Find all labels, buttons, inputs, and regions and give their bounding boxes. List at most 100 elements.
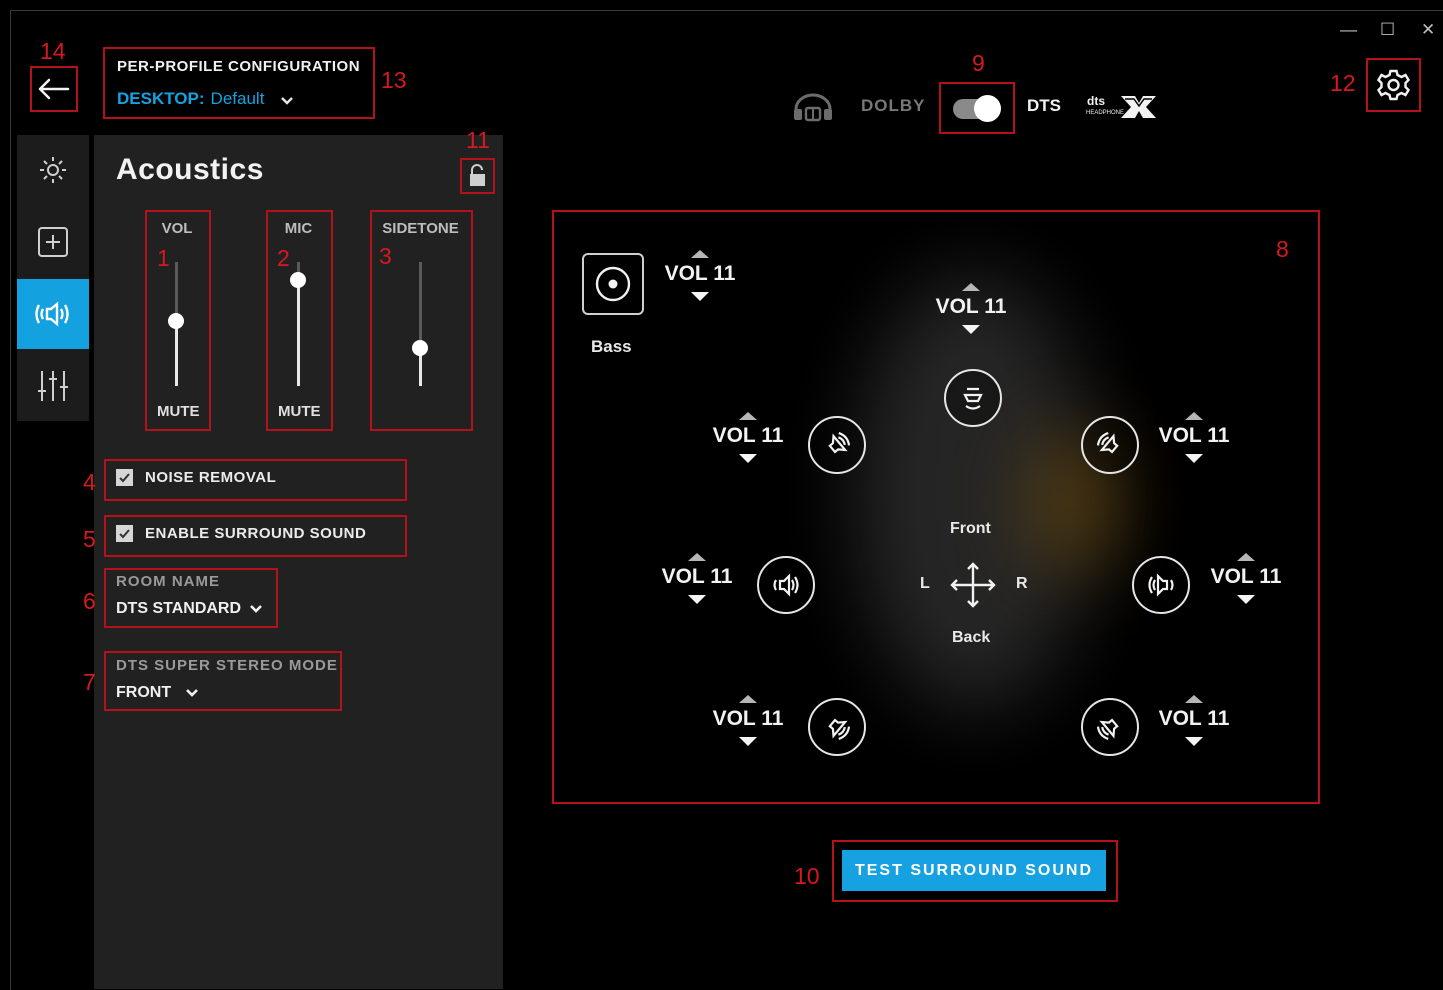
volume-text: VOL 11 [712,424,784,447]
back-label: Back [952,629,991,646]
noise-removal-label: NOISE REMOVAL [145,469,277,486]
room-value[interactable]: DTS STANDARD [116,600,263,618]
bass-speaker-button[interactable] [582,253,644,315]
vol-label: VOL [161,220,193,237]
volume-text: VOL 11 [1158,707,1230,730]
chevron-down-icon [250,605,262,613]
volume-up-arrow[interactable] [688,553,706,561]
volume-down-arrow[interactable] [691,292,709,301]
volume-up-arrow[interactable] [962,283,980,291]
sidetone-thumb[interactable] [412,340,428,356]
front-left-speaker-icon [828,432,851,454]
volume-up-arrow[interactable] [739,412,757,420]
equalizer-icon [38,371,68,401]
stereo-mode-label: DTS SUPER STEREO MODE [116,657,338,674]
front-right-speaker-button[interactable] [1081,416,1139,474]
volume-down-arrow[interactable] [739,454,757,463]
annotation-8: 8 [1276,236,1289,262]
gear-icon [1376,69,1411,101]
move-arrows-icon[interactable] [948,560,998,610]
annotation-11: 11 [466,127,490,153]
vol-track-fill [175,321,178,386]
surround-label: ENABLE SURROUND SOUND [145,525,367,542]
brightness-icon [40,157,66,183]
sidebar-item-lighting[interactable] [17,135,89,205]
mic-track-fill [297,280,300,386]
room-value-text: DTS STANDARD [116,600,242,617]
toggle-thumb [974,95,1001,122]
noise-removal-checkbox[interactable]: NOISE REMOVAL [116,469,276,486]
volume-up-arrow[interactable] [691,250,709,258]
stereo-mode-value[interactable]: FRONT [116,684,199,702]
volume-up-arrow[interactable] [1237,553,1255,561]
sidebar-item-assignments[interactable] [17,207,89,277]
back-button[interactable] [30,66,78,112]
checkbox-checked-icon [116,525,133,542]
close-button[interactable]: ✕ [1421,20,1435,40]
mic-mute-label[interactable]: MUTE [278,403,321,420]
sidebar-item-equalizer[interactable] [17,351,89,421]
sidebar [17,135,89,421]
front-left-speaker-button[interactable] [808,416,866,474]
dolby-label[interactable]: DOLBY [861,96,926,116]
rear-right-volume[interactable]: VOL 11 [1149,695,1239,746]
svg-text:HEADPHONE: HEADPHONE [1086,110,1124,116]
profile-selector[interactable]: PER-PROFILE CONFIGURATION DESKTOP: Defau… [103,47,375,119]
volume-text: VOL 11 [712,707,784,730]
surround-checkbox[interactable]: ENABLE SURROUND SOUND [116,525,366,542]
mic-thumb[interactable] [290,272,306,288]
front-right-volume[interactable]: VOL 11 [1149,412,1239,463]
dts-label[interactable]: DTS [1027,96,1061,116]
volume-down-arrow[interactable] [962,325,980,334]
rear-right-speaker-icon [1096,718,1119,740]
test-surround-sound-button[interactable]: TEST SURROUND SOUND [842,850,1106,891]
center-speaker-button[interactable] [944,369,1002,427]
front-right-speaker-icon [1096,432,1119,454]
volume-up-arrow[interactable] [739,695,757,703]
volume-down-arrow[interactable] [688,595,706,604]
profile-value[interactable]: DESKTOP: Default [117,89,294,109]
volume-text: VOL 11 [661,565,733,588]
bass-volume[interactable]: VOL 11 [655,250,745,301]
side-left-speaker-button[interactable] [757,556,815,614]
profile-prefix: DESKTOP: [117,89,205,108]
rear-left-speaker-button[interactable] [808,698,866,756]
annotation-7: 7 [83,669,96,695]
settings-button[interactable] [1366,58,1421,112]
volume-up-arrow[interactable] [1185,695,1203,703]
vol-mute-label[interactable]: MUTE [157,403,200,420]
mic-label: MIC [284,220,313,237]
volume-down-arrow[interactable] [739,737,757,746]
chevron-down-icon [281,97,294,105]
side-right-volume[interactable]: VOL 11 [1201,553,1291,604]
annotation-3: 3 [379,243,392,269]
vol-thumb[interactable] [168,313,184,329]
back-arrow-icon [38,78,70,100]
chevron-down-icon [186,689,199,697]
dolby-dts-toggle[interactable] [939,82,1015,134]
annotation-1: 1 [157,245,170,271]
side-right-speaker-button[interactable] [1132,556,1190,614]
front-left-volume[interactable]: VOL 11 [703,412,793,463]
annotation-9: 9 [972,50,985,76]
center-volume[interactable]: VOL 11 [926,283,1016,334]
rear-right-speaker-button[interactable] [1081,698,1139,756]
config-title: PER-PROFILE CONFIGURATION [117,58,361,75]
minimize-button[interactable]: — [1340,20,1357,40]
volume-up-arrow[interactable] [1185,412,1203,420]
volume-down-arrow[interactable] [1185,454,1203,463]
sidebar-item-acoustics[interactable] [17,279,89,349]
side-left-volume[interactable]: VOL 11 [652,553,742,604]
volume-down-arrow[interactable] [1185,737,1203,746]
headphone-icon [794,93,832,122]
maximize-button[interactable]: ☐ [1380,20,1395,40]
lock-button[interactable] [460,158,495,194]
annotation-4: 4 [83,469,96,495]
volume-down-arrow[interactable] [1237,595,1255,604]
left-label: L [920,575,930,592]
rear-left-volume[interactable]: VOL 11 [703,695,793,746]
dts-headphone-x-logo: dts HEADPHONE [1086,94,1156,118]
annotation-6: 6 [83,588,96,614]
annotation-12: 12 [1330,70,1356,96]
annotation-5: 5 [83,526,96,552]
